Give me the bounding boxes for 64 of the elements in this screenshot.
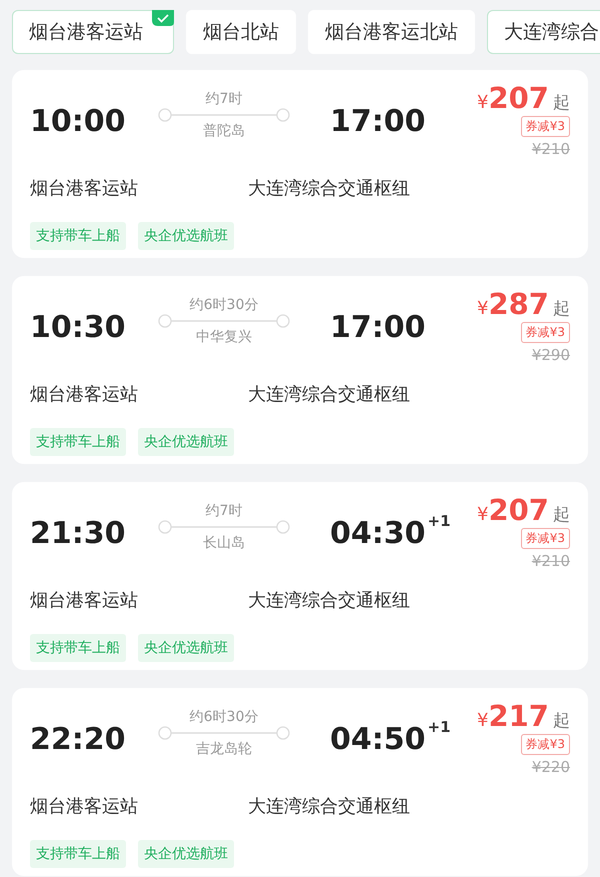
departure-station: 烟台港客运站: [30, 589, 139, 612]
original-price: ¥290: [532, 346, 570, 364]
currency-sign: ¥: [477, 504, 488, 525]
original-price: ¥220: [532, 758, 570, 776]
arrival-time: 17:00: [330, 104, 426, 139]
arrival-station: 大连湾综合交通枢纽: [248, 177, 410, 200]
currency-sign: ¥: [477, 710, 488, 731]
feature-tag: 央企优选航班: [138, 634, 234, 662]
departure-time: 21:30: [30, 516, 126, 551]
duration: 约7时: [206, 502, 242, 520]
duration: 约7时: [206, 90, 242, 108]
original-price: ¥210: [532, 552, 570, 570]
price: 207: [488, 82, 549, 114]
coupon-badge: 券减¥3: [520, 528, 570, 549]
price-suffix: 起: [553, 92, 570, 114]
ship-name: 普陀岛: [203, 122, 245, 140]
feature-tag: 支持带车上船: [30, 634, 126, 662]
price: 207: [488, 494, 549, 526]
feature-tag: 支持带车上船: [30, 222, 126, 250]
next-day-mark: +1: [428, 718, 451, 736]
arrival-time: 17:00: [330, 310, 426, 345]
sailing-card[interactable]: 10:30 约6时30分 中华复兴 17:00 ¥287 起 券减¥3 ¥290 烟台港客运站 大连湾综合交通枢纽 支持带车上船 央企优选航班: [12, 276, 588, 464]
price-suffix: 起: [553, 710, 570, 732]
station-tab[interactable]: 烟台北站: [186, 10, 296, 54]
feature-tag: 央企优选航班: [138, 222, 234, 250]
coupon-badge: 券减¥3: [520, 322, 570, 343]
departure-station: 烟台港客运站: [30, 795, 139, 818]
feature-tag: 央企优选航班: [138, 428, 234, 456]
price: 217: [488, 700, 549, 732]
duration: 约6时30分: [190, 708, 258, 726]
original-price: ¥210: [532, 140, 570, 158]
arrival-time: 04:50: [330, 722, 426, 757]
currency-sign: ¥: [477, 92, 488, 113]
arrival-station: 大连湾综合交通枢纽: [248, 589, 410, 612]
departure-time: 10:30: [30, 310, 126, 345]
route-line-icon: [158, 726, 290, 740]
ship-name: 长山岛: [203, 534, 245, 552]
departure-station: 烟台港客运站: [30, 177, 139, 200]
departure-time: 22:20: [30, 722, 126, 757]
feature-tag: 央企优选航班: [138, 840, 234, 868]
departure-time: 10:00: [30, 104, 126, 139]
price-suffix: 起: [553, 504, 570, 526]
arrival-station: 大连湾综合交通枢纽: [248, 795, 410, 818]
feature-tag: 支持带车上船: [30, 840, 126, 868]
price: 287: [488, 288, 549, 320]
feature-tag: 支持带车上船: [30, 428, 126, 456]
next-day-mark: +1: [428, 512, 451, 530]
departure-station: 烟台港客运站: [30, 383, 139, 406]
coupon-badge: 券减¥3: [520, 734, 570, 755]
arrival-time: 04:30: [330, 516, 426, 551]
ship-name: 中华复兴: [196, 328, 252, 346]
station-tab[interactable]: 烟台港客运北站: [308, 10, 475, 54]
station-tab[interactable]: 大连湾综合: [487, 10, 600, 54]
sailing-card[interactable]: 10:00 约7时 普陀岛 17:00 ¥207 起 券减¥3 ¥210 烟台港客运站 大连湾综合交通枢纽 支持带车上船 央企优选航班: [12, 70, 588, 258]
route-line-icon: [158, 314, 290, 328]
route-line-icon: [158, 520, 290, 534]
station-tab[interactable]: 烟台港客运站: [12, 10, 174, 54]
ship-name: 吉龙岛轮: [196, 740, 252, 758]
arrival-station: 大连湾综合交通枢纽: [248, 383, 410, 406]
coupon-badge: 券减¥3: [520, 116, 570, 137]
route-line-icon: [158, 108, 290, 122]
price-suffix: 起: [553, 298, 570, 320]
duration: 约6时30分: [190, 296, 258, 314]
currency-sign: ¥: [477, 298, 488, 319]
